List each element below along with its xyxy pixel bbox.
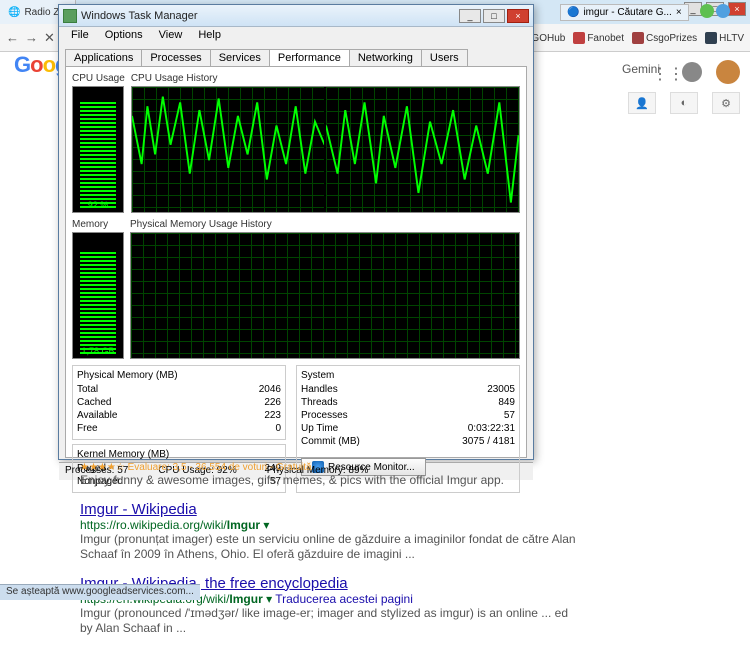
bookmark-label: Fanobet (587, 33, 624, 44)
tab-label: imgur - Căutare G... (583, 7, 671, 18)
translate-link[interactable]: Traducerea acestei pagini (275, 592, 413, 606)
bookmark-item[interactable]: HLTV (705, 32, 744, 44)
bookmark-label: CsgoPrizes (646, 33, 697, 44)
menu-file[interactable]: File (63, 27, 97, 45)
result-snippet: Imgur (pronunțat imager) este un servici… (80, 532, 580, 563)
close-tab-icon[interactable]: × (676, 7, 682, 18)
window-title: Windows Task Manager (81, 10, 459, 22)
stat-row: Processes57 (301, 409, 515, 422)
cpu-history-graph (131, 86, 520, 213)
apps-grid-icon[interactable]: ⋮⋮⋮ (652, 64, 668, 80)
mem-history-graph (130, 232, 520, 359)
stat-row: Free0 (77, 422, 281, 435)
search-result: ★★★★☆ Evaluare: 3,5 - 36.554 de voturi -… (80, 462, 580, 489)
search-result: Imgur - Wikipedia https://ro.wikipedia.o… (80, 501, 580, 563)
extension-icon[interactable] (716, 4, 730, 18)
back-icon[interactable]: ← (6, 30, 19, 45)
globe-icon: 🔵 (567, 7, 579, 18)
settings-button[interactable]: ⚙ (712, 92, 740, 114)
safesearch-button[interactable]: ◐ (670, 92, 698, 114)
tab-applications[interactable]: Applications (65, 49, 142, 66)
stat-row: Handles23005 (301, 383, 515, 396)
physmem-heading: Physical Memory (MB) (77, 370, 281, 381)
memory-gauge-value: 1,78 GB (73, 346, 123, 356)
result-snippet: Enjoy funny & awesome images, gifs, meme… (80, 473, 580, 489)
stat-row: Commit (MB)3075 / 4181 (301, 435, 515, 448)
cpu-usage-label: CPU Usage (72, 73, 125, 84)
notifications-icon[interactable] (682, 62, 702, 82)
taskmgr-icon (63, 9, 77, 23)
extension-icon[interactable] (700, 4, 714, 18)
menu-bar: File Options View Help (59, 27, 533, 45)
menu-view[interactable]: View (151, 27, 191, 45)
forward-icon[interactable]: → (25, 30, 38, 45)
memory-label: Memory (72, 219, 124, 230)
close-button[interactable]: × (728, 2, 746, 16)
tab-networking[interactable]: Networking (349, 49, 422, 66)
close-button[interactable]: × (507, 9, 529, 23)
rating-line: ★★★★☆ Evaluare: 3,5 - 36.554 de voturi -… (80, 462, 580, 473)
cpu-history-label: CPU Usage History (131, 73, 520, 84)
browser-statusbar: Se așteaptă www.googleadservices.com... (0, 584, 200, 600)
result-url: https://ro.wikipedia.org/wiki/Imgur ▾ (80, 518, 580, 532)
chevron-down-icon[interactable]: ▾ (266, 592, 272, 606)
stat-row: Threads849 (301, 396, 515, 409)
result-snippet: Imgur (pronounced /'ɪmədʒər/ like image-… (80, 606, 580, 637)
task-manager-window: Windows Task Manager _ □ × File Options … (58, 4, 534, 460)
signin-button[interactable]: 👤 (628, 92, 656, 114)
cpu-gauge: 92 % (72, 86, 124, 213)
minimize-button[interactable]: _ (459, 9, 481, 23)
tab-processes[interactable]: Processes (141, 49, 210, 66)
menu-options[interactable]: Options (97, 27, 151, 45)
cpu-gauge-value: 92 % (73, 200, 123, 210)
maximize-button[interactable]: □ (483, 9, 505, 23)
search-results: ★★★★☆ Evaluare: 3,5 - 36.554 de voturi -… (80, 462, 580, 649)
system-heading: System (301, 370, 515, 381)
tab-performance[interactable]: Performance (269, 49, 350, 66)
stat-row: Cached226 (77, 396, 281, 409)
result-title-link[interactable]: Imgur - Wikipedia (80, 501, 197, 518)
memory-gauge: 1,78 GB (72, 232, 124, 359)
tab-bar: Applications Processes Services Performa… (65, 49, 527, 66)
mem-history-label: Physical Memory Usage History (130, 219, 520, 230)
browser-tab[interactable]: 🔵 imgur - Căutare G... × (560, 4, 689, 21)
bookmark-item[interactable]: Fanobet (573, 32, 624, 44)
bookmark-label: HLTV (719, 33, 744, 44)
kernelmem-heading: Kernel Memory (MB) (77, 449, 281, 460)
account-avatar[interactable] (716, 60, 740, 84)
titlebar[interactable]: Windows Task Manager _ □ × (59, 5, 533, 27)
chevron-down-icon[interactable]: ▾ (263, 518, 269, 532)
bookmark-item[interactable]: CsgoPrizes (632, 32, 697, 44)
reload-icon[interactable]: ✕ (44, 30, 55, 46)
tab-users[interactable]: Users (421, 49, 468, 66)
stat-row: Total2046 (77, 383, 281, 396)
globe-icon: 🌐 (8, 7, 20, 18)
performance-panel: CPU Usage 92 % CPU Usage History Memory (65, 66, 527, 458)
tab-services[interactable]: Services (210, 49, 270, 66)
stat-row: Available223 (77, 409, 281, 422)
stat-row: Up Time0:03:22:31 (301, 422, 515, 435)
bookmarks-bar: CSGOHub Fanobet CsgoPrizes HLTV (504, 24, 744, 52)
menu-help[interactable]: Help (190, 27, 229, 45)
